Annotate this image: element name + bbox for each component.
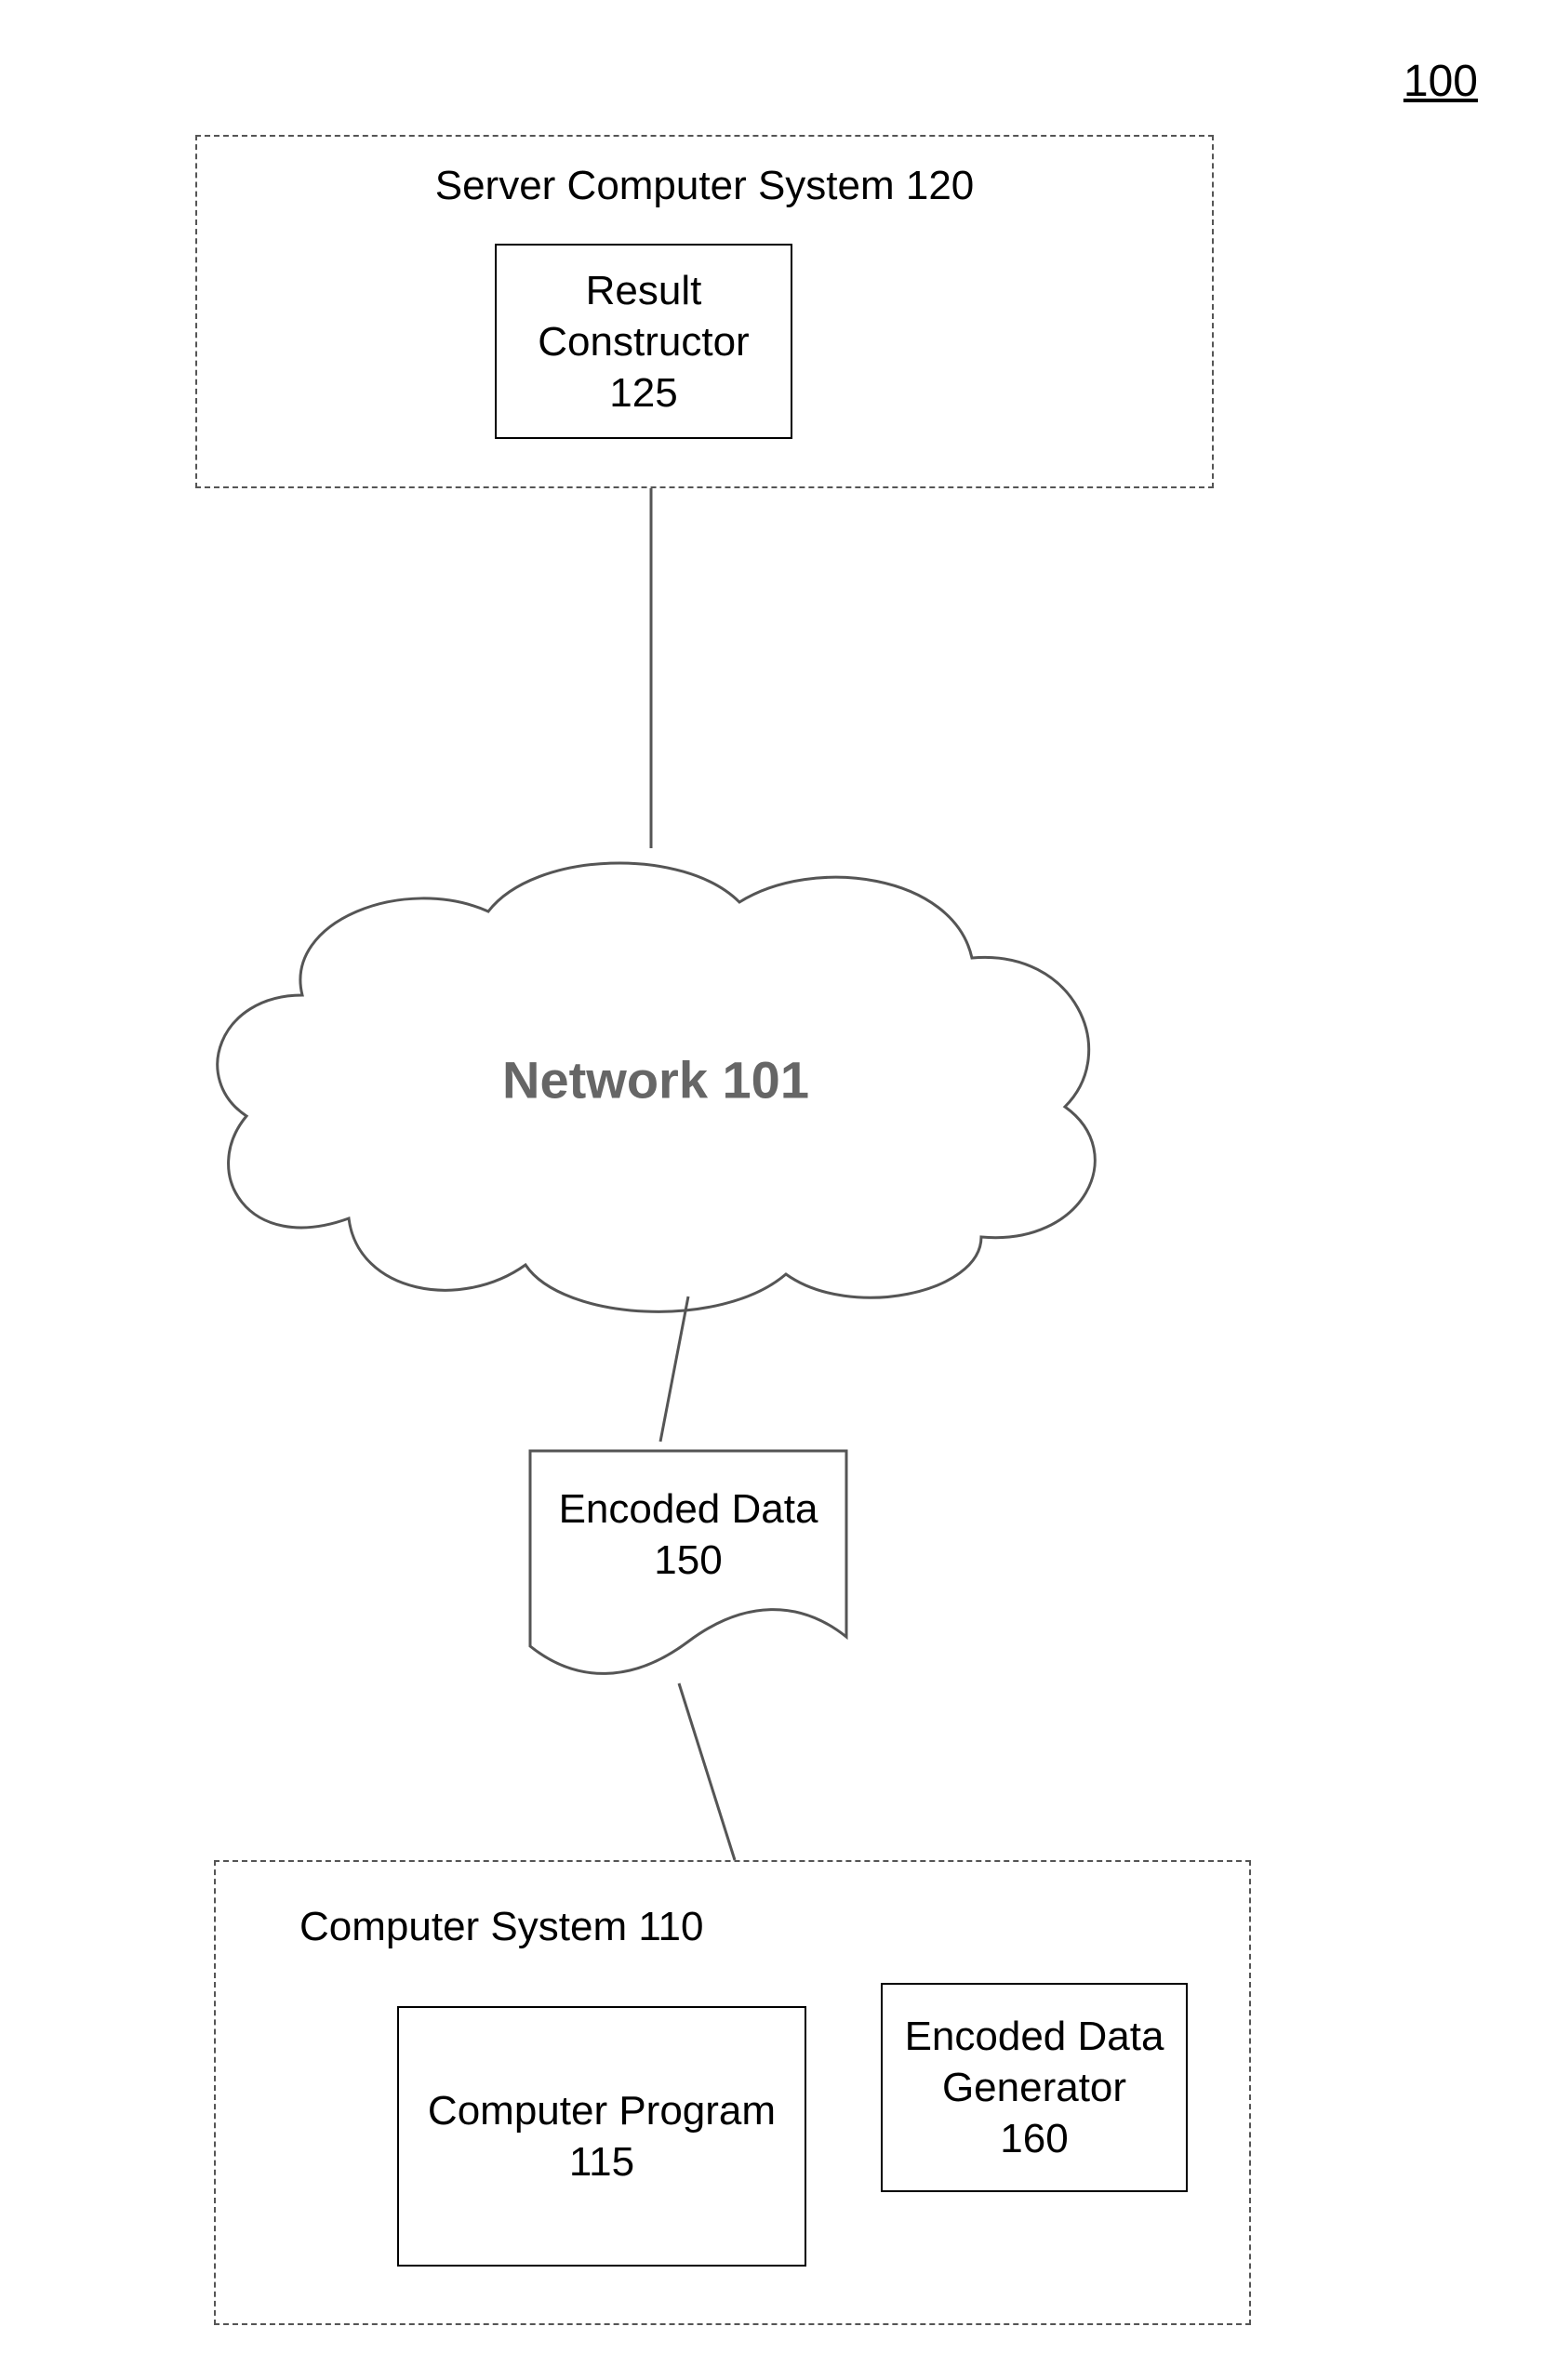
encoded-data-generator-line2: Generator xyxy=(905,2062,1164,2113)
computer-program-label: Computer Program 115 xyxy=(428,2085,776,2187)
encoded-data-line2: 150 xyxy=(521,1535,856,1586)
encoded-data-doc: Encoded Data 150 xyxy=(521,1442,856,1683)
network-label: Network 101 xyxy=(502,1049,809,1110)
computer-program-line1: Computer Program xyxy=(428,2085,776,2136)
computer-program-line2: 115 xyxy=(428,2136,776,2187)
encoded-data-generator-line1: Encoded Data xyxy=(905,2011,1164,2062)
result-constructor-line3: 125 xyxy=(538,367,749,419)
encoded-data-label: Encoded Data 150 xyxy=(521,1483,856,1586)
result-constructor-line2: Constructor xyxy=(538,316,749,367)
encoded-data-generator-line3: 160 xyxy=(905,2113,1164,2164)
server-system-box: Server Computer System 120 Result Constr… xyxy=(195,135,1214,488)
client-system-title: Computer System 110 xyxy=(299,1904,703,1950)
result-constructor-box: Result Constructor 125 xyxy=(495,244,792,439)
result-constructor-label: Result Constructor 125 xyxy=(538,265,749,419)
figure-number: 100 xyxy=(1403,56,1478,107)
encoded-data-generator-label: Encoded Data Generator 160 xyxy=(905,2011,1164,2164)
computer-program-box: Computer Program 115 xyxy=(397,2006,806,2267)
server-system-title: Server Computer System 120 xyxy=(435,163,975,209)
result-constructor-line1: Result xyxy=(538,265,749,316)
encoded-data-generator-box: Encoded Data Generator 160 xyxy=(881,1983,1188,2192)
network-cloud: Network 101 xyxy=(163,818,1149,1321)
client-system-box: Computer System 110 Computer Program 115… xyxy=(214,1860,1251,2325)
encoded-data-line1: Encoded Data xyxy=(521,1483,856,1535)
